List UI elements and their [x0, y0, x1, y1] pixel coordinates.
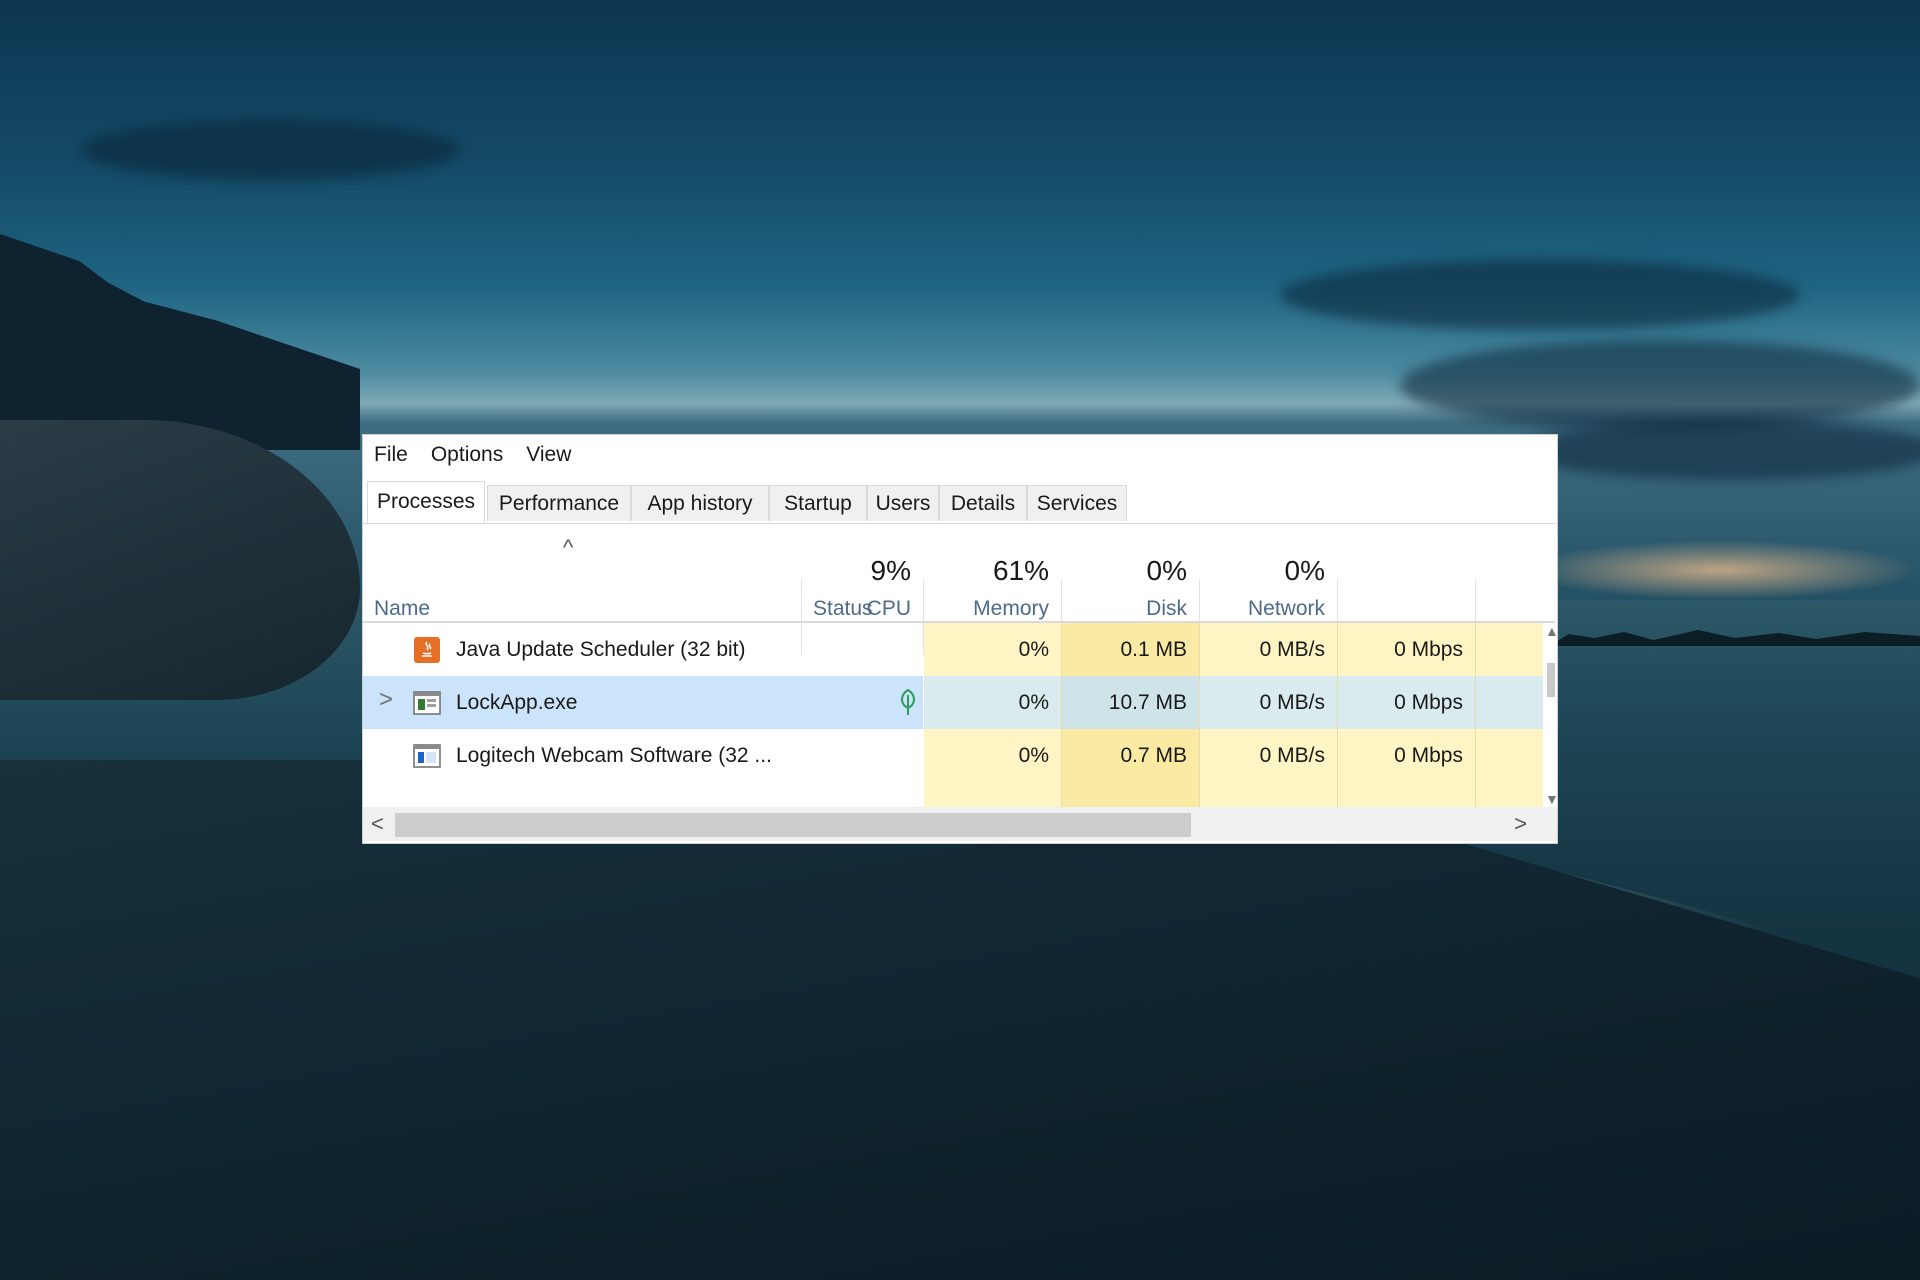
column-header-name[interactable]: Name	[374, 597, 430, 621]
column-divider	[1475, 623, 1476, 807]
extra-column-cell	[1476, 729, 1543, 782]
scroll-up-icon[interactable]: ▲	[1545, 623, 1559, 639]
memory-cell: 0.7 MB	[1062, 729, 1199, 782]
horizontal-scroll-thumb[interactable]	[395, 813, 1191, 837]
tab-users[interactable]: Users	[867, 485, 939, 521]
column-header-disk[interactable]: Disk	[1146, 597, 1187, 621]
network-cell: 0 Mbps	[1338, 676, 1475, 729]
process-name-cell	[363, 676, 923, 729]
expand-chevron-icon[interactable]: >	[379, 686, 393, 714]
cpu-cell: 0%	[924, 623, 1061, 676]
memory-total-percent: 61%	[992, 555, 1049, 586]
scroll-down-icon[interactable]: ▼	[1545, 791, 1559, 807]
tab-processes[interactable]: Processes	[367, 481, 485, 523]
tab-details[interactable]: Details	[939, 485, 1027, 521]
horizontal-scrollbar[interactable]: < >	[363, 807, 1557, 841]
column-header-status[interactable]: Status	[813, 597, 873, 621]
cpu-cell: 0%	[924, 676, 1061, 729]
process-row-java-update-scheduler[interactable]: Java Update Scheduler (32 bit) 0% 0.1 MB…	[363, 623, 1543, 676]
process-list: Java Update Scheduler (32 bit) 0% 0.1 MB…	[363, 623, 1543, 807]
disk-cell	[1200, 782, 1337, 807]
disk-cell: 0 MB/s	[1200, 729, 1337, 782]
process-name: LockApp.exe	[456, 690, 578, 714]
sort-ascending-icon: ^	[563, 535, 574, 560]
vertical-scroll-thumb[interactable]	[1547, 663, 1555, 697]
process-name: Java Update Scheduler (32 bit)	[456, 637, 746, 661]
app-window-icon	[413, 691, 441, 715]
wallpaper-cloud	[1520, 420, 1920, 480]
cpu-cell	[924, 782, 1061, 807]
disk-cell: 0 MB/s	[1200, 623, 1337, 676]
tab-startup[interactable]: Startup	[769, 485, 867, 521]
cpu-total-percent: 9%	[870, 555, 911, 586]
column-divider	[1199, 623, 1200, 807]
column-divider	[1061, 623, 1062, 807]
process-name: Logitech Webcam Software (32 ...	[456, 743, 772, 767]
memory-cell: 10.7 MB	[1062, 676, 1199, 729]
wallpaper-cloud	[1400, 340, 1920, 430]
column-header-memory[interactable]: Memory	[973, 597, 1049, 621]
tab-services[interactable]: Services	[1027, 485, 1127, 521]
process-row-partial[interactable]	[363, 782, 1543, 807]
column-header-network[interactable]: Network	[1248, 597, 1325, 621]
process-row-lockapp[interactable]: > LockApp.exe 0% 10.7 MB 0 MB/s 0 Mbps	[363, 676, 1543, 729]
network-cell	[1338, 782, 1475, 807]
leaf-icon	[901, 688, 915, 715]
memory-cell: 0.1 MB	[1062, 623, 1199, 676]
menu-options[interactable]: Options	[420, 443, 515, 467]
extra-column-cell	[1476, 782, 1543, 807]
disk-cell: 0 MB/s	[1200, 676, 1337, 729]
tab-performance[interactable]: Performance	[487, 485, 631, 521]
menu-bar: File Options View	[363, 435, 1557, 475]
process-row-logitech-webcam[interactable]: Logitech Webcam Software (32 ... 0% 0.7 …	[363, 729, 1543, 782]
webcam-app-icon	[413, 744, 441, 768]
extra-column-cell	[1476, 676, 1543, 729]
wallpaper-cloud	[1280, 260, 1800, 330]
menu-view[interactable]: View	[515, 443, 583, 467]
menu-file[interactable]: File	[363, 443, 420, 467]
column-divider	[1337, 623, 1338, 807]
network-cell: 0 Mbps	[1338, 729, 1475, 782]
scroll-right-icon[interactable]: >	[1514, 811, 1527, 837]
wallpaper-cloud	[80, 120, 460, 180]
tab-strip: Processes Performance App history Startu…	[363, 475, 1557, 524]
extra-column-cell	[1476, 623, 1543, 676]
scroll-left-icon[interactable]: <	[371, 811, 384, 837]
cpu-cell: 0%	[924, 729, 1061, 782]
column-header-cpu[interactable]: CPU	[867, 597, 911, 621]
disk-total-percent: 0%	[1146, 555, 1187, 586]
java-icon	[414, 637, 440, 663]
tab-app-history[interactable]: App history	[631, 485, 769, 521]
task-manager-window: File Options View Processes Performance …	[362, 434, 1559, 844]
network-total-percent: 0%	[1284, 555, 1325, 586]
wallpaper-sunset-glow	[1520, 540, 1920, 600]
vertical-scrollbar[interactable]: ▲ ▼	[1545, 623, 1559, 807]
network-cell: 0 Mbps	[1338, 623, 1475, 676]
memory-cell	[1062, 782, 1199, 807]
